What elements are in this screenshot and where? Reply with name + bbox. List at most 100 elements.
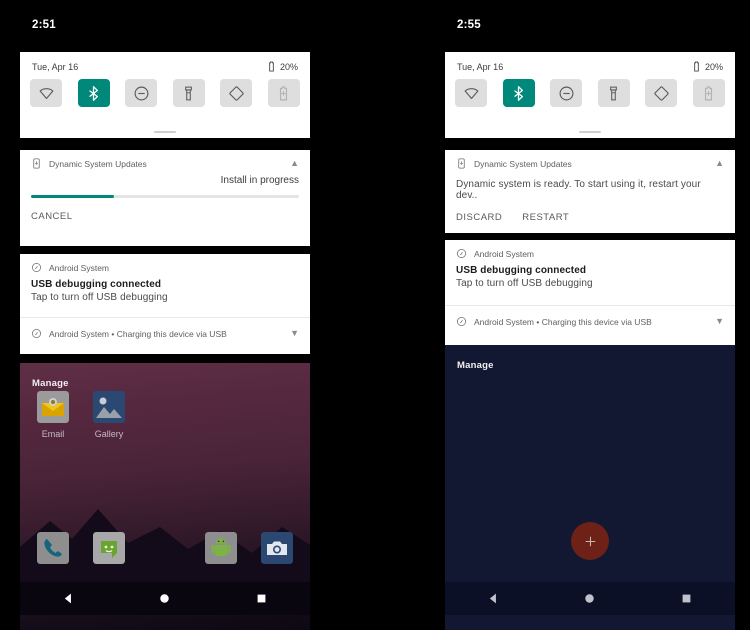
notification-app-name: Android System <box>49 262 109 273</box>
notification-status-text: Install in progress <box>220 175 299 186</box>
wifi-tile[interactable] <box>30 79 62 107</box>
bluetooth-icon <box>514 85 524 101</box>
home-button[interactable] <box>570 582 610 615</box>
notification-text: Tap to turn off USB debugging <box>456 278 593 289</box>
notification-charging-summary[interactable]: Android System • Charging this device vi… <box>445 306 735 337</box>
do-not-disturb-tile[interactable] <box>125 79 158 107</box>
notification-text: Dynamic system is ready. To start using … <box>456 179 701 201</box>
auto-rotate-icon <box>229 85 244 101</box>
manage-button[interactable]: Manage <box>32 378 69 389</box>
navigation-bar-right <box>445 582 735 615</box>
recents-square-icon <box>257 594 266 603</box>
battery-icon <box>269 61 274 72</box>
android-app[interactable] <box>202 532 240 564</box>
manage-button[interactable]: Manage <box>457 360 494 371</box>
gallery-app-label: Gallery <box>94 429 124 439</box>
qs-battery-text-left: 20% <box>279 61 298 72</box>
notification-title: USB debugging connected <box>456 265 587 276</box>
cancel-action-button[interactable]: CANCEL <box>31 211 73 222</box>
auto-rotate-tile[interactable] <box>645 79 678 107</box>
notification-charging-summary[interactable]: Android System • Charging this device vi… <box>20 318 310 349</box>
battery-icon <box>694 61 699 72</box>
notification-summary-text: Android System • Charging this device vi… <box>474 316 652 327</box>
flashlight-tile[interactable] <box>172 79 205 107</box>
notification-header: Dynamic System Updates ▲ <box>20 150 310 175</box>
quick-settings-drag-handle[interactable] <box>154 131 176 133</box>
notification-text: Tap to turn off USB debugging <box>31 292 168 303</box>
phone-app[interactable] <box>34 532 72 564</box>
email-app-label: Email <box>41 429 65 439</box>
back-button[interactable] <box>473 582 513 615</box>
email-icon <box>37 391 69 423</box>
notification-app-name: Android System <box>474 248 534 259</box>
do-not-disturb-icon <box>559 86 574 100</box>
home-screen-left: Manage Email Gallery <box>20 363 310 630</box>
qs-battery-text-right: 20% <box>704 61 723 72</box>
install-progress-bar <box>31 195 299 198</box>
auto-rotate-icon <box>654 85 669 101</box>
notification-dynamic-system-updates[interactable]: Dynamic System Updates ▲ Install in prog… <box>20 150 310 246</box>
auto-rotate-tile[interactable] <box>220 79 253 107</box>
messaging-app[interactable] <box>90 532 128 564</box>
android-system-icon <box>32 263 41 272</box>
recents-button[interactable] <box>667 582 707 615</box>
notification-summary-text: Android System • Charging this device vi… <box>49 328 227 339</box>
quick-settings-panel-right: Tue, Apr 16 20% <box>445 52 735 138</box>
discard-action-button[interactable]: DISCARD <box>456 212 502 223</box>
quick-settings-tiles-left <box>20 72 310 107</box>
do-not-disturb-icon <box>134 86 149 100</box>
email-app[interactable]: Email <box>34 391 72 439</box>
recents-square-icon <box>682 594 691 603</box>
plus-icon <box>585 536 595 546</box>
recents-button[interactable] <box>242 582 282 615</box>
home-screen-right: Manage <box>445 345 735 630</box>
qs-battery-right: 20% <box>691 61 723 72</box>
quick-settings-drag-handle[interactable] <box>579 131 601 133</box>
notification-header: Android System <box>20 254 310 279</box>
quick-settings-panel-left: Tue, Apr 16 20% <box>20 52 310 138</box>
add-fab[interactable] <box>571 522 609 560</box>
notification-content: Install in progress <box>20 175 310 200</box>
system-update-icon <box>458 158 465 169</box>
phone-icon <box>37 532 69 564</box>
chevron-down-icon[interactable]: ▼ <box>290 329 299 338</box>
gallery-app[interactable]: Gallery <box>90 391 128 439</box>
battery-saver-tile[interactable] <box>267 79 300 107</box>
notification-group-android-system[interactable]: Android System USB debugging connected T… <box>445 240 735 345</box>
chevron-up-icon[interactable]: ▲ <box>715 159 724 168</box>
wifi-icon <box>39 87 53 99</box>
app-grid-left: Email Gallery <box>20 391 310 439</box>
bluetooth-tile[interactable] <box>77 79 110 107</box>
chevron-down-icon[interactable]: ▼ <box>715 317 724 326</box>
notification-dynamic-system-updates[interactable]: Dynamic System Updates ▲ Dynamic system … <box>445 150 735 233</box>
notification-header: Android System <box>445 240 735 265</box>
bluetooth-tile[interactable] <box>502 79 535 107</box>
restart-action-button[interactable]: RESTART <box>522 212 569 223</box>
notification-group-android-system[interactable]: Android System USB debugging connected T… <box>20 254 310 354</box>
camera-app[interactable] <box>258 532 296 564</box>
battery-saver-icon <box>705 86 713 100</box>
manage-row-right: Manage <box>445 345 735 373</box>
battery-saver-tile[interactable] <box>692 79 725 107</box>
notification-title: USB debugging connected <box>31 279 162 290</box>
wifi-icon <box>464 87 478 99</box>
quick-settings-status-row: Tue, Apr 16 20% <box>445 52 735 72</box>
phone-screen-left: 2:51 Tue, Apr 16 20% Dynamic System Upda… <box>20 0 310 630</box>
flashlight-tile[interactable] <box>597 79 630 107</box>
back-triangle-icon <box>489 593 496 604</box>
system-update-icon <box>33 158 40 169</box>
gallery-icon <box>93 391 125 423</box>
home-circle-icon <box>160 594 170 603</box>
phone-screen-right: 2:55 Tue, Apr 16 20% Dynamic System Upda… <box>445 0 735 630</box>
notification-content: USB debugging connected Tap to turn off … <box>445 265 735 291</box>
do-not-disturb-tile[interactable] <box>550 79 583 107</box>
wifi-tile[interactable] <box>455 79 487 107</box>
android-system-icon <box>457 249 466 258</box>
android-system-icon <box>32 329 41 338</box>
home-button[interactable] <box>145 582 185 615</box>
navigation-bar-left <box>20 582 310 615</box>
back-button[interactable] <box>48 582 88 615</box>
chevron-up-icon[interactable]: ▲ <box>290 159 299 168</box>
back-triangle-icon <box>64 593 71 604</box>
quick-settings-tiles-right <box>445 72 735 107</box>
